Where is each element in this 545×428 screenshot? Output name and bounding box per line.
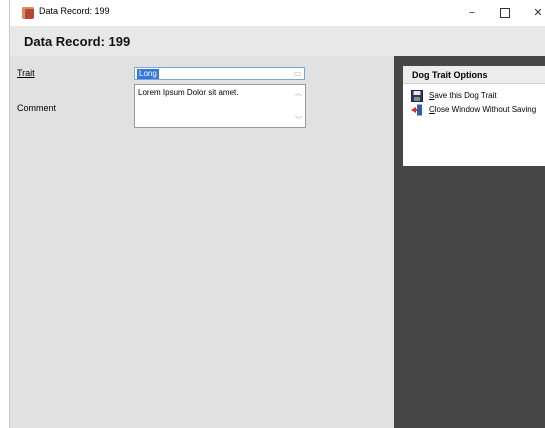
trait-combobox[interactable]: Long ▭	[134, 67, 305, 80]
trait-label: Trait	[17, 68, 35, 78]
record-header: Data Record: 199	[10, 26, 545, 56]
close-without-saving-label: Close Window Without Saving	[429, 105, 537, 114]
combo-dropdown-icon[interactable]: ▭	[293, 69, 301, 79]
floppy-disk-icon	[411, 90, 423, 102]
comment-textarea[interactable]: Lorem Ipsum Dolor sit amet. ︿ ﹀	[134, 84, 306, 128]
form-area: Trait Long ▭ Comment Lorem Ipsum Dolor s…	[10, 56, 394, 428]
exit-door-icon	[411, 104, 422, 116]
options-title: Dog Trait Options	[412, 70, 488, 80]
window-title: Data Record: 199	[39, 6, 110, 16]
options-card: Dog Trait Options Save this Dog Trait Cl…	[403, 66, 545, 166]
comment-text[interactable]: Lorem Ipsum Dolor sit amet.	[138, 88, 238, 97]
maximize-icon	[500, 8, 510, 19]
app-window: Data Record: 199 − ✕ Data Record: 199 Tr…	[9, 0, 545, 428]
dog-app-icon	[22, 7, 34, 19]
side-panel: Dog Trait Options Save this Dog Trait Cl…	[394, 56, 545, 428]
scroll-up-icon[interactable]: ︿	[295, 88, 302, 98]
title-bar[interactable]: Data Record: 199 − ✕	[10, 0, 545, 26]
scroll-down-icon[interactable]: ﹀	[295, 115, 302, 125]
minimize-button[interactable]: −	[462, 4, 482, 22]
trait-value[interactable]: Long	[137, 69, 159, 79]
close-window-button[interactable]: ✕	[528, 4, 545, 22]
comment-label: Comment	[17, 103, 57, 113]
page-title: Data Record: 199	[24, 34, 131, 49]
maximize-button[interactable]	[495, 4, 515, 22]
save-trait-label: Save this Dog Trait	[429, 91, 497, 100]
options-header: Dog Trait Options	[403, 66, 545, 84]
